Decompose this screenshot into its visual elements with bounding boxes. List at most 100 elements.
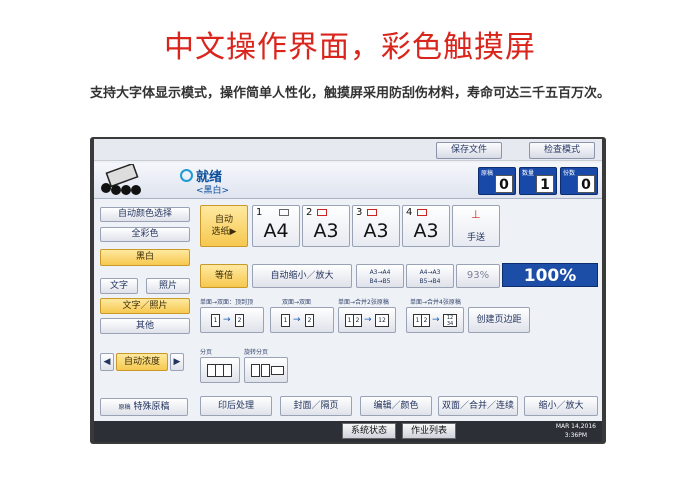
arrow-right-icon: →: [364, 315, 372, 325]
subline: 支持大字体显示模式，操作简单人性化，触摸屏采用防刮伤材料，寿命可达三千五百万次。: [89, 86, 610, 101]
tray-number: 1: [256, 207, 263, 218]
duplex-page-icon: 2: [235, 314, 244, 327]
datetime: MAR 14,2016 3:36PM: [556, 422, 596, 440]
sort-label: 分页: [200, 349, 213, 356]
tray-icon: [367, 209, 377, 216]
arrow-right-icon: →: [293, 315, 301, 325]
preset-reduce-button[interactable]: A3→A4 B4→B5: [356, 264, 404, 288]
create-margin-button[interactable]: 创建页边距: [468, 307, 530, 333]
counter-value: 1: [536, 175, 554, 193]
sort-button[interactable]: [200, 357, 240, 383]
tab-edit-color[interactable]: 编辑／颜色: [360, 396, 432, 416]
text-mode-button[interactable]: 文字: [100, 278, 138, 294]
zoom-percent-display: 100%: [502, 263, 598, 287]
counter-value: 0: [495, 175, 513, 193]
duplex-to-duplex-button[interactable]: 1 → 2: [270, 307, 334, 333]
auto-paper-select-button[interactable]: 自动 选纸▶: [200, 205, 248, 247]
tab-reduce-enlarge[interactable]: 缩小／放大: [524, 396, 598, 416]
density-increase-button[interactable]: ▶: [170, 353, 184, 371]
tab-duplex-combine[interactable]: 双面／合并／连续: [438, 396, 518, 416]
counter-value: 0: [577, 175, 595, 193]
status-bar: 就绪 <黑白> 原稿 0 数量 1 份数 0: [94, 163, 602, 199]
page-stack-icon: [223, 364, 232, 377]
tab-finishing[interactable]: 印后处理: [200, 396, 272, 416]
rotated-page-icon: [271, 366, 284, 375]
page-stack-icon: [261, 364, 270, 377]
color-mode-status: <黑白>: [196, 186, 230, 196]
text-photo-mode-button[interactable]: 文字／照片: [100, 298, 190, 314]
ready-status-icon: [180, 169, 193, 182]
equal-size-button[interactable]: 等倍: [200, 264, 248, 288]
rotate-sort-button[interactable]: [244, 357, 288, 383]
page-icon: 2: [421, 314, 430, 327]
duplex-label-3: 单面→合并2张原稿: [338, 299, 389, 306]
density-decrease-button[interactable]: ◀: [100, 353, 114, 371]
quantity-counter: 数量 1: [519, 167, 557, 195]
counter-label: 数量: [522, 170, 535, 177]
rotate-sort-label: 旋转分页: [244, 349, 269, 356]
tray-number: 4: [406, 207, 413, 218]
originals-counter: 原稿 0: [478, 167, 516, 195]
auto-density-button[interactable]: 自动浓度: [116, 353, 168, 371]
bypass-label: 手送: [466, 233, 485, 243]
counter-label: 份数: [563, 170, 576, 177]
black-white-button[interactable]: 黑白: [100, 249, 190, 266]
tab-cover-slip[interactable]: 封面／隔页: [280, 396, 352, 416]
device-frame: 保存文件 检查模式 就绪 <黑白> 原稿 0 数量 1 份数 0 自动颜色选择 …: [90, 137, 606, 444]
top-strip: 保存文件 检查模式: [94, 139, 602, 161]
special-original-button[interactable]: 原稿 特殊原稿: [100, 398, 188, 416]
time: 3:36PM: [564, 432, 588, 439]
auto-color-button[interactable]: 自动颜色选择: [100, 207, 190, 222]
duplex-label-2: 双面→双面: [282, 299, 312, 306]
tray-icon: [417, 209, 427, 216]
job-list-button[interactable]: 作业列表: [402, 423, 456, 439]
arrow-right-icon: →: [432, 315, 440, 325]
paper-size: A4: [263, 220, 289, 242]
page-icon: 1: [211, 314, 220, 327]
bypass-tray-button[interactable]: ⊥ 手送: [452, 205, 500, 247]
save-file-button[interactable]: 保存文件: [436, 142, 502, 159]
auto-reduce-enlarge-button[interactable]: 自动缩小／放大: [252, 264, 352, 288]
copier-icon: [101, 164, 141, 195]
touch-screen: 保存文件 检查模式 就绪 <黑白> 原稿 0 数量 1 份数 0 自动颜色选择 …: [94, 139, 602, 442]
tray-4-button[interactable]: 4 A3: [402, 205, 450, 247]
special-original-label: 特殊原稿: [133, 402, 170, 412]
combined-page-icon: 12: [375, 314, 389, 327]
paper-size: A3: [363, 220, 389, 242]
original-icon: 原稿: [118, 404, 131, 411]
photo-mode-button[interactable]: 照片: [146, 278, 190, 294]
duplex-label-1: 单面→双面：顶到顶: [200, 299, 254, 306]
system-status-button[interactable]: 系统状态: [342, 423, 396, 439]
copies-counter: 份数 0: [560, 167, 598, 195]
combined-page-icon: 12 34: [443, 314, 457, 327]
full-color-button[interactable]: 全彩色: [100, 227, 190, 242]
duplex-label-4: 单面→合并4张原稿: [410, 299, 461, 306]
paper-size: A3: [413, 220, 439, 242]
tray-2-button[interactable]: 2 A3: [302, 205, 350, 247]
footer-bar: 系统状态 作业列表 MAR 14,2016 3:36PM: [94, 421, 602, 442]
page-stack-icon: [251, 364, 260, 377]
preset-enlarge-button[interactable]: A4→A3 B5→B4: [406, 264, 454, 288]
tray-number: 3: [356, 207, 363, 218]
tray-3-button[interactable]: 3 A3: [352, 205, 400, 247]
product-page: 中文操作界面，彩色触摸屏 支持大字体显示模式，操作简单人性化，触摸屏采用防刮伤材…: [0, 0, 700, 477]
paper-size: A3: [313, 220, 339, 242]
check-mode-button[interactable]: 检查模式: [529, 142, 595, 159]
page-icon: 2: [353, 314, 362, 327]
tray-1-button[interactable]: 1 A4: [252, 205, 300, 247]
date: MAR 14,2016: [555, 423, 596, 430]
combine-2-button[interactable]: 1 2 → 12: [338, 307, 396, 333]
combine-4-button[interactable]: 1 2 → 12 34: [406, 307, 464, 333]
duplex-page-icon: 1: [281, 314, 290, 327]
bypass-icon: ⊥: [471, 208, 481, 221]
duplex-page-icon: 2: [305, 314, 314, 327]
single-to-duplex-button[interactable]: 1 → 2: [200, 307, 264, 333]
headline: 中文操作界面，彩色触摸屏: [164, 30, 536, 65]
preset-percent-button[interactable]: 93%: [456, 264, 500, 288]
counter-label: 原稿: [481, 170, 494, 177]
other-mode-button[interactable]: 其他: [100, 318, 190, 334]
tray-icon: [317, 209, 327, 216]
tray-number: 2: [306, 207, 313, 218]
arrow-right-icon: →: [223, 315, 231, 325]
tray-icon: [279, 209, 289, 216]
